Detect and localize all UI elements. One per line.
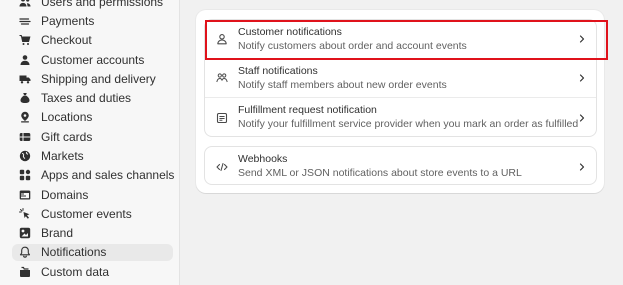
row-description: Notify your fulfillment service provider…	[238, 118, 579, 130]
sidebar-item-label: Brand	[41, 226, 74, 241]
row-description: Notify customers about order and account…	[238, 39, 467, 52]
sidebar-item-label: Checkout	[41, 33, 92, 48]
location-pin-icon	[18, 110, 32, 124]
row-description: Notify staff members about new order eve…	[238, 78, 447, 91]
row-text: Webhooks Send XML or JSON notifications …	[238, 153, 522, 180]
bell-icon	[18, 245, 32, 259]
sidebar-item-label: Shipping and delivery	[41, 71, 156, 86]
main-content: Customer notifications Notify customers …	[181, 0, 623, 285]
money-bag-icon	[18, 91, 32, 105]
customer-notifications-row[interactable]: Customer notifications Notify customers …	[205, 20, 596, 59]
webhooks-list: Webhooks Send XML or JSON notifications …	[204, 146, 597, 185]
person-icon	[215, 32, 229, 46]
sidebar-item-label: Taxes and duties	[41, 91, 132, 106]
row-title: Staff notifications	[238, 64, 318, 77]
row-description: Send XML or JSON notifications about sto…	[238, 167, 522, 179]
cursor-click-icon	[18, 207, 32, 221]
sidebar-item-label: Apps and sales channels	[41, 168, 175, 183]
sidebar-item-apps-and-sales-channels[interactable]: Apps and sales channels	[12, 166, 175, 185]
sidebar-item-custom-data[interactable]: Custom data	[12, 262, 173, 281]
fulfillment-request-notification-row[interactable]: Fulfillment request notification Notify …	[205, 98, 596, 136]
sidebar-item-markets[interactable]: Markets	[12, 146, 173, 165]
row-title: Webhooks	[238, 153, 288, 165]
chevron-right-icon	[577, 113, 587, 123]
truck-icon	[18, 72, 32, 86]
chevron-right-icon	[577, 162, 587, 172]
row-text: Customer notifications Notify customers …	[238, 26, 467, 53]
apps-icon	[18, 168, 32, 182]
sidebar-item-label: Locations	[41, 110, 93, 125]
row-title: Fulfillment request notification	[238, 104, 377, 116]
sidebar-item-label: Customer accounts	[41, 52, 145, 67]
row-title: Customer notifications	[238, 25, 342, 38]
sidebar-item-label: Customer events	[41, 206, 132, 221]
chevron-right-icon	[577, 34, 587, 44]
chevron-right-icon	[577, 73, 587, 83]
brand-icon	[18, 226, 32, 240]
person-icon	[18, 53, 32, 67]
domain-icon	[18, 188, 32, 202]
sidebar-item-notifications[interactable]: Notifications	[12, 243, 173, 261]
sidebar-item-taxes-and-duties[interactable]: Taxes and duties	[12, 88, 173, 107]
webhooks-row[interactable]: Webhooks Send XML or JSON notifications …	[205, 147, 596, 184]
code-icon	[215, 160, 229, 174]
globe-icon	[18, 149, 32, 163]
row-text: Fulfillment request notification Notify …	[238, 104, 578, 131]
sidebar-item-label: Notifications	[41, 245, 107, 260]
users-icon	[18, 0, 32, 9]
sidebar-item-label: Domains	[41, 187, 89, 202]
sidebar-item-payments[interactable]: Payments	[12, 11, 173, 30]
staff-icon	[215, 71, 229, 85]
sidebar-item-label: Markets	[41, 149, 84, 164]
settings-nav-list: Users and permissions Payments Checkout …	[12, 0, 175, 281]
sidebar-item-users-and-permissions[interactable]: Users and permissions	[12, 0, 173, 11]
sidebar-item-label: Custom data	[41, 264, 110, 279]
notifications-card: Customer notifications Notify customers …	[196, 10, 604, 193]
sidebar-item-domains[interactable]: Domains	[12, 185, 173, 204]
sidebar-item-shipping-and-delivery[interactable]: Shipping and delivery	[12, 69, 173, 88]
row-text: Staff notifications Notify staff members…	[238, 65, 447, 92]
database-icon	[18, 265, 32, 279]
gift-card-icon	[18, 130, 32, 144]
receipt-icon	[215, 111, 229, 125]
staff-notifications-row[interactable]: Staff notifications Notify staff members…	[205, 59, 596, 98]
sidebar-item-label: Payments	[41, 13, 95, 28]
notifications-list: Customer notifications Notify customers …	[204, 19, 597, 137]
sidebar-item-customer-accounts[interactable]: Customer accounts	[12, 50, 173, 69]
cart-icon	[18, 33, 32, 47]
sidebar-item-label: Gift cards	[41, 129, 93, 144]
sidebar-item-locations[interactable]: Locations	[12, 108, 173, 127]
sidebar-item-brand[interactable]: Brand	[12, 224, 173, 243]
sidebar-item-label: Users and permissions	[41, 0, 164, 9]
payments-icon	[18, 14, 32, 28]
sidebar-item-gift-cards[interactable]: Gift cards	[12, 127, 173, 146]
sidebar-item-checkout[interactable]: Checkout	[12, 31, 173, 50]
sidebar-item-customer-events[interactable]: Customer events	[12, 204, 173, 223]
settings-sidebar: Users and permissions Payments Checkout …	[0, 0, 180, 285]
